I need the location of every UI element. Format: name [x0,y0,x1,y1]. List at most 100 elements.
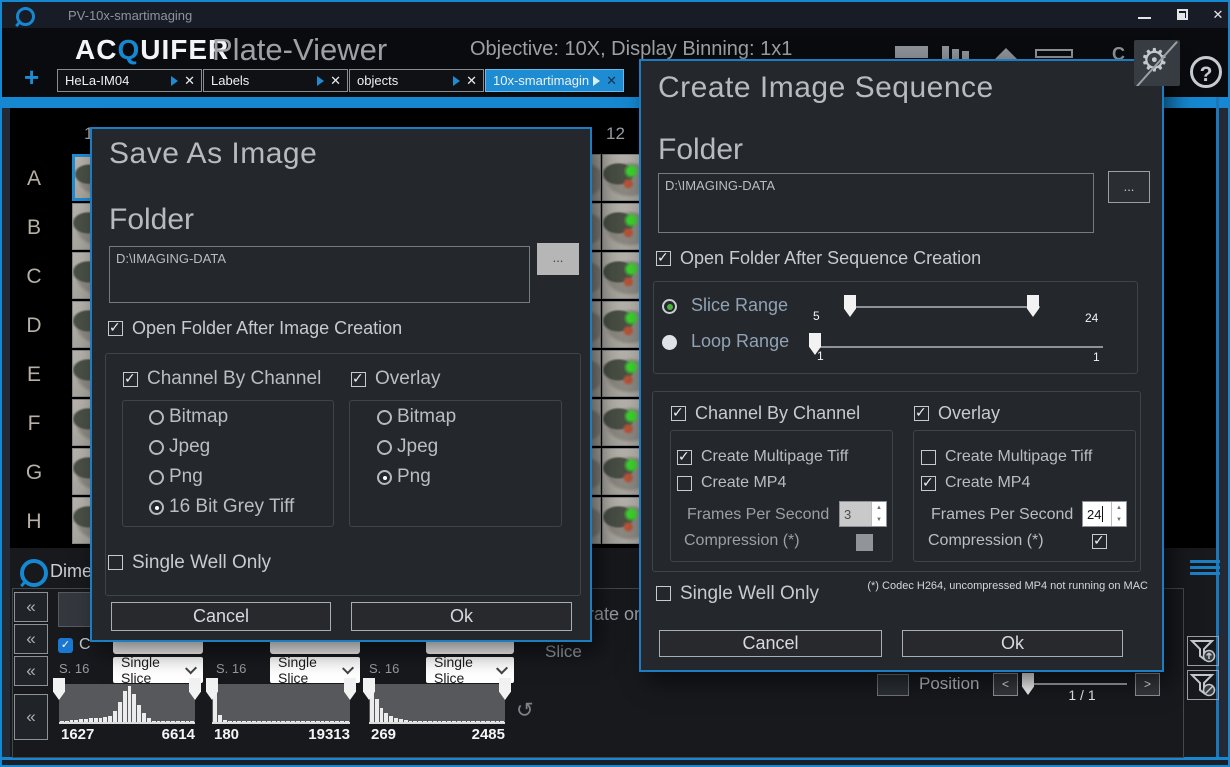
hist-bar [491,721,495,722]
hist-bar [84,719,88,722]
create-multipage-tiff-checkbox[interactable] [677,450,692,465]
loop-range-to: 1 [1093,350,1100,364]
fps-spinner[interactable]: 3 ▲▼ [839,501,887,527]
add-tab-icon[interactable]: + [24,64,39,90]
filter-apply-button[interactable] [1187,636,1219,666]
overlay-checkbox[interactable] [914,406,929,421]
radio-png[interactable] [377,470,392,485]
loop-range-track[interactable] [815,346,1103,348]
hist-bar [438,721,442,722]
hist-bar [171,721,175,722]
title-bar: PV-10x-smartimaging ✕ [2,2,1228,28]
spinner-arrows-icon[interactable]: ▲▼ [1111,502,1126,526]
histogram[interactable] [212,684,350,724]
slice-range-radio[interactable] [662,299,677,314]
radio-16bit-grey-tiff[interactable] [149,500,164,515]
hist-bar [481,721,485,722]
collapse-panel-button[interactable]: « [14,694,48,740]
hist-bar [384,713,388,722]
position-slider-track[interactable] [1022,683,1127,685]
tab-labels[interactable]: Labels✕ [203,69,348,92]
radio-png[interactable] [149,470,164,485]
tab-play-icon[interactable] [453,76,460,86]
tab-close-icon[interactable]: ✕ [606,73,617,89]
cancel-button[interactable]: Cancel [111,602,331,631]
tab-close-icon[interactable]: ✕ [330,73,341,89]
single-well-checkbox[interactable] [108,555,123,570]
tab-close-icon[interactable]: ✕ [466,73,477,89]
tab-close-icon[interactable]: ✕ [184,73,195,89]
hist-bar [94,718,98,722]
hist-bar [247,721,251,722]
hist-bar [442,721,446,722]
create-multipage-tiff-checkbox[interactable] [921,450,936,465]
browse-button[interactable]: ... [537,243,579,275]
fps-spinner[interactable]: 24 ▲▼ [1082,501,1127,527]
hist-bar [471,721,475,722]
hist-bar [108,716,112,722]
compression-checkbox[interactable] [1092,534,1107,549]
hist-bar [462,721,466,722]
minimize-button[interactable] [1135,6,1155,24]
hist-bar [418,721,422,722]
channel-enabled-checkbox[interactable]: ✓ [58,638,73,653]
browse-button[interactable]: ... [1108,171,1150,203]
reset-levels-icon[interactable]: ↺ [516,698,534,723]
histogram[interactable] [59,684,195,724]
channel-by-channel-checkbox[interactable] [671,406,686,421]
overlay-checkbox[interactable] [351,372,366,387]
close-button[interactable]: ✕ [1208,6,1228,24]
radio-bitmap[interactable] [377,410,392,425]
position-prev-button[interactable]: < [993,673,1018,696]
spinner-arrows-icon[interactable]: ▲▼ [871,502,886,526]
tab-play-icon[interactable] [317,76,324,86]
hist-bar [157,721,161,722]
histogram[interactable] [369,684,505,724]
tab-objects[interactable]: objects✕ [349,69,484,92]
hist-bar [128,686,132,722]
settings-button[interactable]: ⚙ [1134,40,1180,86]
collapse-channel-button[interactable]: « [14,624,48,654]
channel-by-channel-checkbox[interactable] [123,372,138,387]
open-folder-checkbox[interactable] [656,251,671,266]
loop-range-radio[interactable] [662,335,677,350]
position-next-button[interactable]: > [1135,673,1160,696]
tab-play-icon[interactable] [171,76,178,86]
measure-icon[interactable] [1035,49,1073,58]
hist-bar [166,721,170,722]
single-well-checkbox[interactable] [656,586,671,601]
filter-clear-button[interactable] [1187,670,1219,700]
open-folder-checkbox[interactable] [108,321,123,336]
export-icon[interactable] [895,46,928,58]
folder-input[interactable]: D:\IMAGING-DATA [109,246,530,303]
radio-jpeg[interactable] [377,440,392,455]
radio-jpeg[interactable] [149,440,164,455]
create-mp4-checkbox[interactable] [677,476,692,491]
collapse-channel-button[interactable]: « [14,656,48,686]
tab-play-icon[interactable] [593,76,600,86]
hist-bar [262,721,266,722]
hist-bar [103,717,107,722]
single-well-label: Single Well Only [132,552,271,574]
hist-bar [147,718,151,722]
help-button[interactable]: ? [1190,56,1222,88]
ok-button[interactable]: Ok [902,630,1123,657]
maximize-button[interactable] [1173,6,1193,24]
folder-heading: Folder [109,203,194,237]
tab-10x-smartimaging[interactable]: 10x-smartimaging✕ [485,69,624,92]
folder-input[interactable]: D:\IMAGING-DATA [658,173,1094,233]
slice-range-track[interactable] [850,306,1040,308]
radio-bitmap[interactable] [149,410,164,425]
position-swatch[interactable] [877,674,909,696]
collapse-channel-button[interactable]: « [14,592,48,622]
menu-icon[interactable] [1190,560,1220,578]
play-export-icon[interactable] [995,48,1017,59]
ok-button[interactable]: Ok [351,602,572,631]
hist-bar [500,721,504,722]
hist-bar [281,721,285,722]
hist-bar [237,721,241,722]
cancel-button[interactable]: Cancel [659,630,882,657]
create-mp4-checkbox[interactable] [921,476,936,491]
row-label: E [16,363,52,387]
tab-hela-im04[interactable]: HeLa-IM04✕ [57,69,202,92]
